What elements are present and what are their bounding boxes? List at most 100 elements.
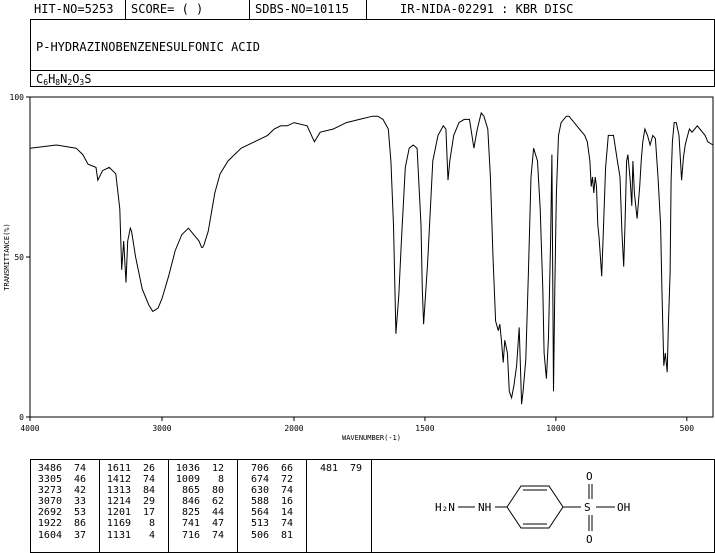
sulfur-label: S: [584, 501, 591, 514]
peak-row: 564 14: [241, 507, 293, 518]
peak-transmittance: 74: [280, 485, 293, 497]
peak-row: 3486 74: [34, 463, 86, 474]
peak-row: 1922 86: [34, 518, 86, 529]
peak-row: 1201 17: [103, 507, 155, 518]
peak-row: 3070 33: [34, 496, 86, 507]
peak-row: 2692 53: [34, 507, 86, 518]
peak-row: 3273 42: [34, 485, 86, 496]
peak-row: 588 16: [241, 496, 293, 507]
peak-column: 3486 74 3305 46 3273 42 3070 33 2692 53 1922 86 1604…: [34, 463, 86, 541]
peak-transmittance: 12: [211, 463, 224, 474]
x-tick-label: 3000: [152, 424, 171, 433]
chart-axes: 4000 3000 2000 1500 1000 500 0 50 100 WAVENUMBER(…: [3, 93, 714, 442]
peak-row: 1009 8: [172, 474, 224, 485]
plot-frame: [29, 96, 714, 418]
peak-row: 1604 37: [34, 530, 86, 541]
peak-wavenumber: 716: [181, 529, 200, 541]
peak-wavenumber: 3273: [37, 485, 62, 497]
peak-transmittance: 42: [73, 485, 86, 497]
peak-transmittance: 17: [142, 507, 155, 519]
peak-wavenumber: 1036: [175, 463, 200, 474]
y-axis-label: TRANSMITTANCE(%): [3, 223, 11, 290]
peak-wavenumber: 3305: [37, 474, 62, 486]
peak-column: 481 79: [310, 463, 362, 474]
peak-wavenumber: 564: [250, 507, 269, 519]
peak-row: 865 80: [172, 485, 224, 496]
peak-row: 1131 4: [103, 530, 155, 541]
y-tick-label: 50: [14, 253, 24, 262]
peak-wavenumber: 481: [319, 463, 338, 474]
peak-row: 513 74: [241, 518, 293, 529]
peak-wavenumber: 1922: [37, 518, 62, 530]
peak-row: 1036 12: [172, 463, 224, 474]
peak-transmittance: 8: [217, 474, 224, 486]
peak-column: 1611 26 1412 74 1313 84 1214 29 1201 17 1169 8 1131 4: [103, 463, 155, 541]
peak-wavenumber: 1214: [106, 496, 131, 508]
peak-transmittance: 80: [211, 485, 224, 497]
peak-transmittance: 74: [280, 518, 293, 530]
peak-row: 674 72: [241, 474, 293, 485]
x-tick-label: 4000: [20, 424, 39, 433]
peak-wavenumber: 3070: [37, 496, 62, 508]
oxygen-top-label: O: [586, 470, 593, 483]
peak-row: 1214 29: [103, 496, 155, 507]
peak-transmittance: 33: [73, 496, 86, 508]
peak-column-separator: [99, 459, 100, 553]
peak-wavenumber: 1131: [106, 529, 131, 541]
peak-wavenumber: 513: [250, 518, 269, 530]
peak-transmittance: 44: [211, 507, 224, 519]
peak-column-separator: [237, 459, 238, 553]
peak-transmittance: 81: [280, 529, 293, 541]
x-tick-label: 500: [680, 424, 695, 433]
peak-transmittance: 4: [148, 529, 155, 541]
peak-transmittance: 37: [73, 529, 86, 541]
peak-wavenumber: 1604: [37, 529, 62, 541]
peak-wavenumber: 1201: [106, 507, 131, 519]
peak-row: 716 74: [172, 530, 224, 541]
peak-row: 846 62: [172, 496, 224, 507]
peak-transmittance: 74: [73, 463, 86, 474]
peak-wavenumber: 1313: [106, 485, 131, 497]
nh2-label: H₂N: [435, 501, 455, 514]
peak-transmittance: 53: [73, 507, 86, 519]
peak-row: 1412 74: [103, 474, 155, 485]
peak-row: 825 44: [172, 507, 224, 518]
peak-transmittance: 79: [349, 463, 362, 474]
peak-transmittance: 26: [142, 463, 155, 474]
peak-wavenumber: 1169: [106, 518, 131, 530]
peak-wavenumber: 588: [250, 496, 269, 508]
x-tick-label: 1000: [546, 424, 565, 433]
peak-wavenumber: 2692: [37, 507, 62, 519]
peak-row: 506 81: [241, 530, 293, 541]
peak-transmittance: 47: [211, 518, 224, 530]
ir-spectrum-chart: 4000 3000 2000 1500 1000 500 0 50 100 WAVENUMBER(…: [3, 93, 714, 442]
benzene-ring: [506, 485, 564, 529]
peak-row: 1313 84: [103, 485, 155, 496]
peak-wavenumber: 846: [181, 496, 200, 508]
chemical-structure: H₂N NH S O O OH: [435, 470, 630, 546]
peak-transmittance: 86: [73, 518, 86, 530]
peak-column-separator: [168, 459, 169, 553]
peak-transmittance: 74: [142, 474, 155, 486]
peak-transmittance: 14: [280, 507, 293, 519]
peak-row: 3305 46: [34, 474, 86, 485]
oxygen-bottom-label: O: [586, 533, 593, 546]
peak-row: 706 66: [241, 463, 293, 474]
peak-transmittance: 66: [280, 463, 293, 474]
peak-transmittance: 29: [142, 496, 155, 508]
peak-wavenumber: 825: [181, 507, 200, 519]
peak-column: 706 66 674 72 630 74 588 16 564 14 513 74 506 81: [241, 463, 293, 541]
peak-transmittance: 16: [280, 496, 293, 508]
peak-wavenumber: 706: [250, 463, 269, 474]
peak-wavenumber: 506: [250, 529, 269, 541]
peak-transmittance: 74: [211, 529, 224, 541]
peak-column-separator: [306, 459, 307, 553]
peak-transmittance: 84: [142, 485, 155, 497]
x-tick-label: 2000: [284, 424, 303, 433]
peak-row: 741 47: [172, 518, 224, 529]
peak-row: 1169 8: [103, 518, 155, 529]
peak-transmittance: 46: [73, 474, 86, 486]
peak-transmittance: 72: [280, 474, 293, 486]
peak-wavenumber: 1611: [106, 463, 131, 474]
peak-wavenumber: 741: [181, 518, 200, 530]
